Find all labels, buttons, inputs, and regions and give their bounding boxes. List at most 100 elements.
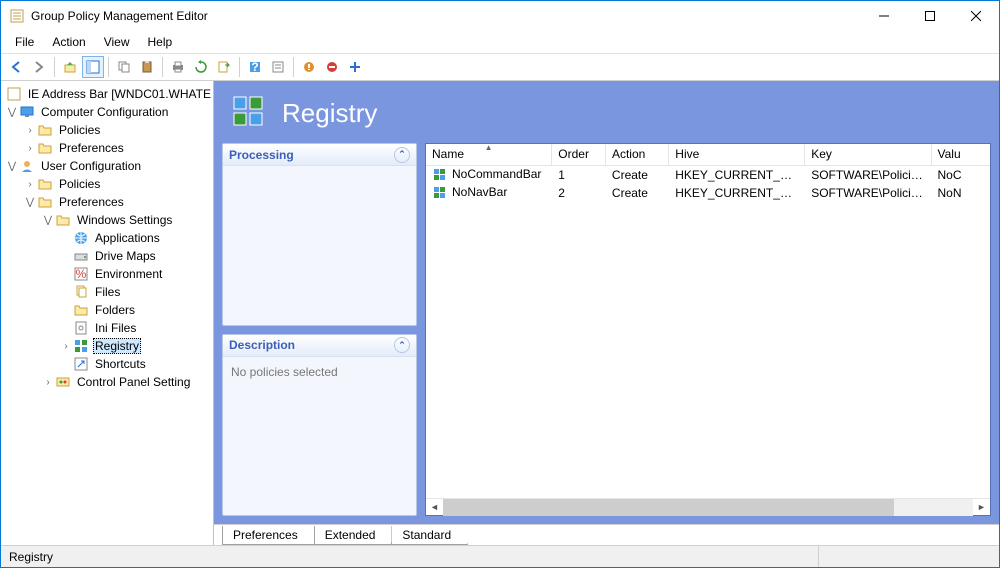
folder-icon bbox=[37, 194, 53, 210]
tab-preferences[interactable]: Preferences bbox=[222, 526, 315, 545]
list-item[interactable]: NoCommandBar 1 Create HKEY_CURRENT_USER … bbox=[426, 166, 990, 184]
col-hive[interactable]: Hive bbox=[669, 144, 805, 165]
chevron-down-icon[interactable]: ⋁ bbox=[23, 197, 37, 208]
list-item[interactable]: NoNavBar 2 Create HKEY_CURRENT_USER SOFT… bbox=[426, 184, 990, 202]
print-button[interactable] bbox=[167, 56, 189, 78]
ini-icon bbox=[73, 320, 89, 336]
paste-button[interactable] bbox=[136, 56, 158, 78]
help-button[interactable]: ? bbox=[244, 56, 266, 78]
col-order[interactable]: Order bbox=[552, 144, 606, 165]
sort-asc-icon: ▲ bbox=[485, 144, 493, 152]
description-card: Description ⌃ No policies selected bbox=[222, 334, 417, 517]
tree-shortcuts[interactable]: Shortcuts bbox=[1, 355, 213, 373]
user-icon bbox=[19, 158, 35, 174]
tree-ini-files[interactable]: Ini Files bbox=[1, 319, 213, 337]
tree-cc-preferences[interactable]: ›Preferences bbox=[1, 139, 213, 157]
show-hide-tree-button[interactable] bbox=[82, 56, 104, 78]
horizontal-scrollbar[interactable]: ◄ ► bbox=[426, 498, 990, 515]
export-button[interactable] bbox=[213, 56, 235, 78]
tree-registry[interactable]: ›Registry bbox=[1, 337, 213, 355]
processing-card-title: Processing bbox=[229, 148, 294, 162]
minimize-button[interactable] bbox=[861, 1, 907, 31]
tree-folders[interactable]: Folders bbox=[1, 301, 213, 319]
chevron-right-icon[interactable]: › bbox=[41, 377, 55, 388]
tree-applications[interactable]: Applications bbox=[1, 229, 213, 247]
col-value[interactable]: Valu bbox=[932, 144, 990, 165]
tree-root[interactable]: IE Address Bar [WNDC01.WHATE bbox=[1, 85, 213, 103]
up-button[interactable] bbox=[59, 56, 81, 78]
menu-file[interactable]: File bbox=[7, 33, 42, 51]
forward-button[interactable] bbox=[28, 56, 50, 78]
toolbar: ? bbox=[1, 53, 999, 81]
tabstrip: Preferences Extended Standard bbox=[214, 524, 999, 545]
chevron-right-icon[interactable]: › bbox=[59, 341, 73, 352]
menu-action[interactable]: Action bbox=[44, 33, 93, 51]
collapse-icon[interactable]: ⌃ bbox=[394, 147, 410, 163]
tree-files[interactable]: Files bbox=[1, 283, 213, 301]
folder-icon bbox=[37, 140, 53, 156]
col-name[interactable]: Name▲ bbox=[426, 144, 552, 165]
chevron-down-icon[interactable]: ⋁ bbox=[41, 215, 55, 226]
folder-icon bbox=[37, 176, 53, 192]
tree-uc-policies[interactable]: ›Policies bbox=[1, 175, 213, 193]
collapse-icon[interactable]: ⌃ bbox=[394, 337, 410, 353]
col-key[interactable]: Key bbox=[805, 144, 931, 165]
registry-item-icon bbox=[432, 185, 448, 201]
registry-list: Name▲ Order Action Hive Key Valu NoComma… bbox=[425, 143, 991, 516]
back-button[interactable] bbox=[5, 56, 27, 78]
content-pane: Registry Processing ⌃ Description ⌃ No pol… bbox=[214, 81, 999, 545]
description-card-title: Description bbox=[229, 338, 295, 352]
filter-button[interactable] bbox=[298, 56, 320, 78]
stop-button[interactable] bbox=[321, 56, 343, 78]
scroll-left-icon[interactable]: ◄ bbox=[426, 499, 443, 516]
content-header: Registry bbox=[222, 89, 991, 143]
tree-environment[interactable]: %Environment bbox=[1, 265, 213, 283]
col-action[interactable]: Action bbox=[606, 144, 669, 165]
menu-view[interactable]: View bbox=[96, 33, 138, 51]
tab-extended[interactable]: Extended bbox=[314, 526, 393, 545]
statusbar: Registry bbox=[1, 545, 999, 567]
chevron-right-icon[interactable]: › bbox=[23, 179, 37, 190]
tree-drive-maps[interactable]: Drive Maps bbox=[1, 247, 213, 265]
app-icon bbox=[9, 8, 25, 24]
refresh-button[interactable] bbox=[190, 56, 212, 78]
svg-text:%: % bbox=[76, 267, 87, 281]
chevron-right-icon[interactable]: › bbox=[23, 143, 37, 154]
status-cell-2 bbox=[819, 546, 999, 567]
drive-icon bbox=[73, 248, 89, 264]
tree-user-configuration[interactable]: ⋁User Configuration bbox=[1, 157, 213, 175]
main-area: IE Address Bar [WNDC01.WHATE ⋁Computer C… bbox=[1, 81, 999, 545]
folder-icon bbox=[73, 302, 89, 318]
tree-windows-settings[interactable]: ⋁Windows Settings bbox=[1, 211, 213, 229]
environment-icon: % bbox=[73, 266, 89, 282]
tab-standard[interactable]: Standard bbox=[391, 526, 468, 545]
status-text: Registry bbox=[1, 546, 819, 567]
maximize-button[interactable] bbox=[907, 1, 953, 31]
close-button[interactable] bbox=[953, 1, 999, 31]
properties-button[interactable] bbox=[267, 56, 289, 78]
window-title: Group Policy Management Editor bbox=[31, 9, 861, 23]
svg-text:?: ? bbox=[251, 60, 258, 74]
add-button[interactable] bbox=[344, 56, 366, 78]
registry-item-icon bbox=[432, 167, 448, 183]
splitter[interactable] bbox=[209, 81, 213, 545]
tree-control-panel-settings[interactable]: ›Control Panel Setting bbox=[1, 373, 213, 391]
chevron-down-icon[interactable]: ⋁ bbox=[5, 107, 19, 118]
scroll-icon bbox=[6, 86, 22, 102]
tree-cc-policies[interactable]: ›Policies bbox=[1, 121, 213, 139]
description-card-body: No policies selected bbox=[223, 357, 416, 516]
chevron-down-icon[interactable]: ⋁ bbox=[5, 161, 19, 172]
tree-uc-preferences[interactable]: ⋁Preferences bbox=[1, 193, 213, 211]
shortcut-icon bbox=[73, 356, 89, 372]
scroll-right-icon[interactable]: ► bbox=[973, 499, 990, 516]
tree-computer-configuration[interactable]: ⋁Computer Configuration bbox=[1, 103, 213, 121]
globe-icon bbox=[73, 230, 89, 246]
control-panel-icon bbox=[55, 374, 71, 390]
chevron-right-icon[interactable]: › bbox=[23, 125, 37, 136]
list-rows: NoCommandBar 1 Create HKEY_CURRENT_USER … bbox=[426, 166, 990, 498]
copy-button[interactable] bbox=[113, 56, 135, 78]
registry-header-icon bbox=[232, 95, 268, 131]
files-icon bbox=[73, 284, 89, 300]
menu-help[interactable]: Help bbox=[140, 33, 181, 51]
folder-open-icon bbox=[55, 212, 71, 228]
